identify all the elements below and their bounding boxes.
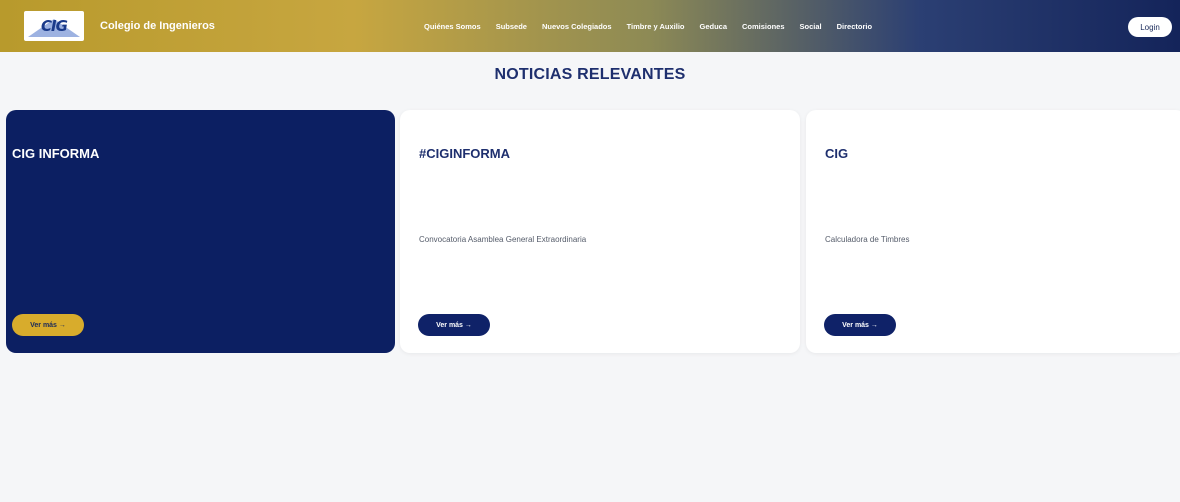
news-card-cig-informa: CIG INFORMA Ver más → — [6, 110, 395, 353]
nav-item-geduca[interactable]: Geduca — [700, 22, 728, 31]
news-card-ciginforma: #CIGINFORMA Convocatoria Asamblea Genera… — [400, 110, 800, 353]
site-header: CIG Colegio de Ingenieros Quiénes Somos … — [0, 0, 1180, 52]
nav-item-timbre-auxilio[interactable]: Timbre y Auxilio — [627, 22, 685, 31]
nav-item-directorio[interactable]: Directorio — [837, 22, 872, 31]
login-button[interactable]: Login — [1128, 17, 1172, 37]
nav-item-subsede[interactable]: Subsede — [496, 22, 527, 31]
main-nav: Quiénes Somos Subsede Nuevos Colegiados … — [424, 0, 872, 52]
nav-item-comisiones[interactable]: Comisiones — [742, 22, 785, 31]
card-title: #CIGINFORMA — [419, 146, 510, 161]
card-description: Convocatoria Asamblea General Extraordin… — [419, 235, 587, 244]
card-title: CIG — [825, 146, 849, 161]
logo-text: CIG — [41, 17, 68, 35]
card-title: CIG INFORMA — [12, 146, 100, 161]
news-card-cig: CIG Calculadora de Timbres Ver más → — [806, 110, 1180, 353]
section-title: NOTICIAS RELEVANTES — [494, 66, 686, 83]
nav-item-nuevos-colegiados[interactable]: Nuevos Colegiados — [542, 22, 612, 31]
nav-item-social[interactable]: Social — [800, 22, 822, 31]
nav-item-quienes-somos[interactable]: Quiénes Somos — [424, 22, 481, 31]
cig-logo-icon: CIG — [24, 11, 84, 41]
card-description: Calculadora de Timbres — [825, 235, 910, 244]
ver-mas-button[interactable]: Ver más → — [12, 314, 84, 336]
brand-name: Colegio de Ingenieros — [100, 20, 215, 32]
ver-mas-button[interactable]: Ver más → — [418, 314, 490, 336]
ver-mas-button[interactable]: Ver más → — [824, 314, 896, 336]
brand-logo-link[interactable]: CIG Colegio de Ingenieros — [24, 8, 215, 44]
